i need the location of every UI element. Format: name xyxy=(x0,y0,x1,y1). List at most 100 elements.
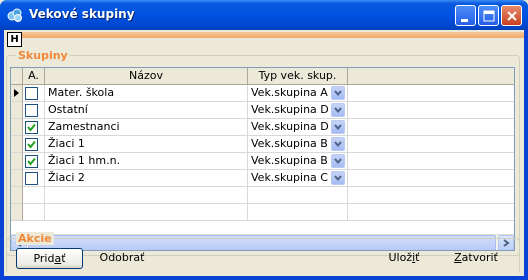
active-cell xyxy=(23,102,45,119)
table-row[interactable]: Zamestnanci Vek.skupina D xyxy=(11,119,514,136)
row-indicator xyxy=(11,102,23,119)
type-value: Vek.skupina D xyxy=(251,103,329,116)
filler-cell xyxy=(348,153,514,170)
active-cell xyxy=(23,85,45,102)
row-indicator xyxy=(11,119,23,136)
header-type[interactable]: Typ vek. skup. xyxy=(248,68,348,85)
table-row[interactable]: Mater. škola Vek.skupina A xyxy=(11,85,514,102)
chevron-down-icon xyxy=(334,90,342,97)
row-indicator xyxy=(11,170,23,187)
filler-cell xyxy=(348,204,514,221)
chevron-down-icon xyxy=(334,141,342,148)
table-row[interactable]: Žiaci 2 Vek.skupina C xyxy=(11,170,514,187)
active-checkbox[interactable] xyxy=(25,121,38,134)
close-dialog-button[interactable]: Zatvoriť xyxy=(451,248,501,269)
row-indicator xyxy=(11,153,23,170)
add-button-label: Prid xyxy=(33,252,55,265)
active-checkbox[interactable] xyxy=(25,172,38,185)
close-icon xyxy=(507,11,517,21)
row-indicator xyxy=(11,204,23,221)
type-dropdown-button[interactable] xyxy=(331,103,345,117)
type-cell[interactable]: Vek.skupina A xyxy=(248,85,348,102)
minimize-icon xyxy=(461,19,468,22)
table-row[interactable]: Žiaci 1 hm.n. Vek.skupina B xyxy=(11,153,514,170)
active-checkbox[interactable] xyxy=(25,104,38,117)
type-dropdown-button[interactable] xyxy=(331,137,345,151)
checkmark-icon xyxy=(27,140,36,149)
app-icon xyxy=(7,8,22,22)
close-dialog-hotkey: Z xyxy=(454,251,462,264)
add-button[interactable]: Pridať xyxy=(16,248,83,269)
save-button-label-end: ť xyxy=(415,251,420,264)
type-cell[interactable] xyxy=(248,204,348,221)
type-dropdown-button[interactable] xyxy=(331,120,345,134)
remove-button[interactable]: Odobrať xyxy=(90,248,154,269)
groups-table[interactable]: A. Názov Typ vek. skup. Mater. škola Vek.… xyxy=(10,67,515,251)
chevron-down-icon xyxy=(334,158,342,165)
type-cell[interactable]: Vek.skupina C xyxy=(248,170,348,187)
window-title: Vekové skupiny xyxy=(29,7,135,21)
close-button[interactable] xyxy=(501,5,522,26)
minimize-button[interactable] xyxy=(455,5,476,26)
name-cell[interactable]: Mater. škola xyxy=(45,85,248,102)
type-value: Vek.skupina C xyxy=(251,171,328,184)
name-cell[interactable]: Žiaci 1 hm.n. xyxy=(45,153,248,170)
table-row[interactable] xyxy=(11,204,514,221)
type-cell[interactable]: Vek.skupina B xyxy=(248,136,348,153)
active-cell xyxy=(23,187,45,204)
name-cell[interactable]: Žiaci 2 xyxy=(45,170,248,187)
chevron-down-icon xyxy=(334,175,342,182)
type-cell[interactable]: Vek.skupina D xyxy=(248,102,348,119)
filler-cell xyxy=(348,102,514,119)
table-row[interactable] xyxy=(11,187,514,204)
type-dropdown-button[interactable] xyxy=(331,154,345,168)
type-value: Vek.skupina B xyxy=(251,137,328,150)
filler-cell xyxy=(348,170,514,187)
type-value: Vek.skupina A xyxy=(251,86,328,99)
chevron-down-icon xyxy=(334,107,342,114)
row-indicator xyxy=(11,136,23,153)
row-indicator xyxy=(11,85,23,102)
active-cell xyxy=(23,136,45,153)
actions-label: Akcie xyxy=(16,232,54,245)
type-cell[interactable]: Vek.skupina D xyxy=(248,119,348,136)
header-indicator xyxy=(11,68,23,85)
groups-label: Skupiny xyxy=(16,49,70,62)
checkmark-icon xyxy=(27,157,36,166)
dialog-client-area: H Skupiny A. Názov Typ vek. skup. Mater.… xyxy=(4,30,524,276)
save-button[interactable]: Uložiť xyxy=(384,248,424,269)
name-cell[interactable] xyxy=(45,187,248,204)
active-checkbox[interactable] xyxy=(25,87,38,100)
header-active[interactable]: A. xyxy=(23,68,45,85)
menu-hotkey-button[interactable]: H xyxy=(7,32,22,47)
type-dropdown-button[interactable] xyxy=(331,86,345,100)
active-cell xyxy=(23,153,45,170)
active-cell xyxy=(23,204,45,221)
name-cell[interactable]: Žiaci 1 xyxy=(45,136,248,153)
name-cell[interactable]: Ostatní xyxy=(45,102,248,119)
active-cell xyxy=(23,119,45,136)
maximize-button[interactable] xyxy=(478,5,499,26)
filler-cell xyxy=(348,119,514,136)
maximize-icon xyxy=(483,10,495,22)
checkmark-icon xyxy=(27,123,36,132)
filler-cell xyxy=(348,187,514,204)
actions-frame xyxy=(6,238,520,274)
table-row[interactable]: Žiaci 1 Vek.skupina B xyxy=(11,136,514,153)
header-name[interactable]: Názov xyxy=(45,68,248,85)
name-cell[interactable]: Zamestnanci xyxy=(45,119,248,136)
table-row[interactable]: Ostatní Vek.skupina D xyxy=(11,102,514,119)
title-bar[interactable]: Vekové skupiny xyxy=(0,0,528,30)
table-header: A. Názov Typ vek. skup. xyxy=(11,68,514,85)
current-row-arrow-icon xyxy=(14,89,19,97)
type-dropdown-button[interactable] xyxy=(331,171,345,185)
name-cell[interactable] xyxy=(45,204,248,221)
type-value: Vek.skupina D xyxy=(251,120,329,133)
header-accent-bar xyxy=(22,32,524,38)
type-cell[interactable]: Vek.skupina B xyxy=(248,153,348,170)
active-checkbox[interactable] xyxy=(25,138,38,151)
row-indicator xyxy=(11,187,23,204)
dialog-window: Vekové skupiny H Skupiny A. Názov Typ ve… xyxy=(0,0,528,280)
active-checkbox[interactable] xyxy=(25,155,38,168)
type-cell[interactable] xyxy=(248,187,348,204)
